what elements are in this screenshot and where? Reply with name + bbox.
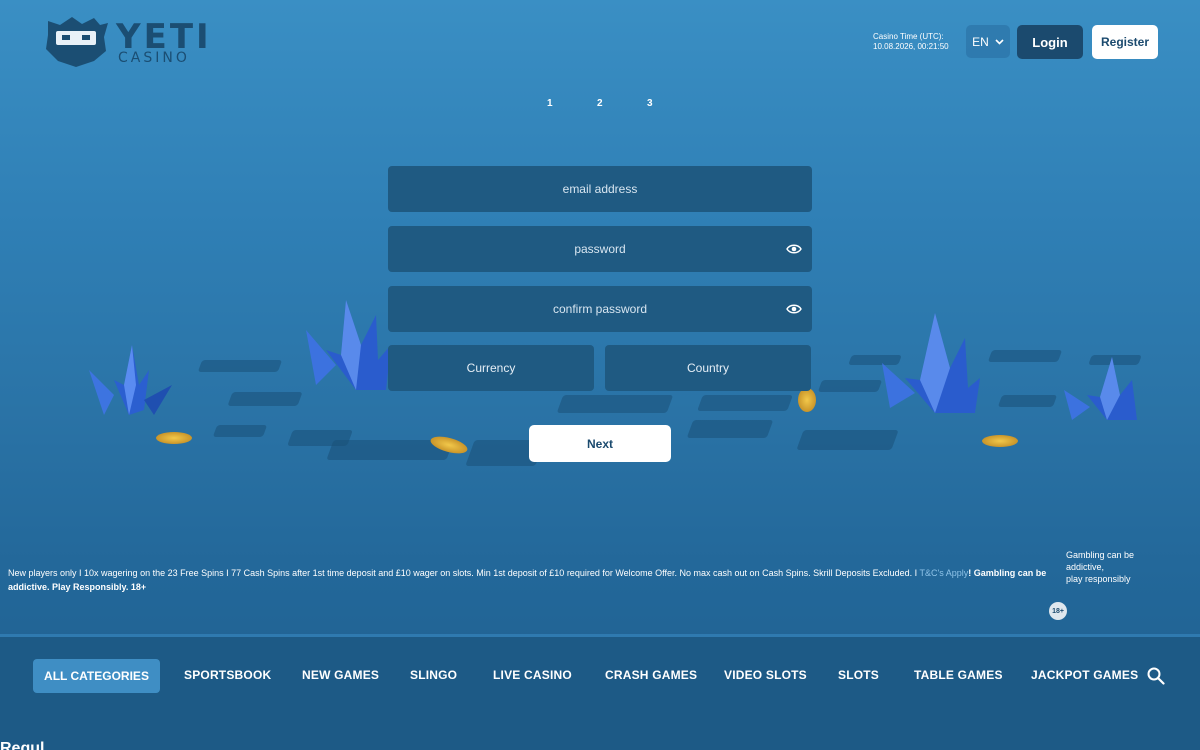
- confirm-password-placeholder: confirm password: [552, 302, 648, 316]
- category-jackpot-games[interactable]: JACKPOT GAMES: [1031, 668, 1138, 682]
- category-live-casino[interactable]: LIVE CASINO: [493, 668, 572, 682]
- register-button[interactable]: Register: [1092, 25, 1158, 59]
- disclaimer-text: New players only I 10x wagering on the 2…: [8, 568, 920, 578]
- eye-icon[interactable]: [786, 241, 802, 257]
- casino-time-label: Casino Time (UTC):: [873, 32, 944, 41]
- coin-decoration: [798, 388, 816, 412]
- chevron-down-icon: [995, 38, 1004, 45]
- password-field[interactable]: password: [388, 226, 812, 272]
- yeti-mascot-icon: [46, 17, 108, 67]
- step-2: 2: [597, 98, 603, 109]
- email-placeholder: email address: [562, 182, 638, 196]
- search-icon[interactable]: [1147, 667, 1165, 685]
- step-1: 1: [547, 98, 553, 109]
- password-placeholder: password: [574, 242, 626, 256]
- logo-subtitle: CASINO: [118, 50, 190, 66]
- crystal-decoration: [89, 345, 172, 415]
- section-heading: Regul: [0, 740, 45, 750]
- eye-icon[interactable]: [786, 301, 802, 317]
- casino-time: Casino Time (UTC): 10.08.2026, 00:21:50: [873, 32, 949, 52]
- confirm-password-field[interactable]: confirm password: [388, 286, 812, 332]
- category-sportsbook[interactable]: SPORTSBOOK: [184, 668, 271, 682]
- login-button[interactable]: Login: [1017, 25, 1083, 59]
- yeti-casino-logo[interactable]: YETI CASINO: [42, 15, 209, 69]
- category-slingo[interactable]: SLINGO: [410, 668, 457, 682]
- category-slots[interactable]: SLOTS: [838, 668, 879, 682]
- coin-decoration: [156, 432, 192, 444]
- casino-time-value: 10.08.2026, 00:21:50: [873, 42, 949, 51]
- country-select[interactable]: Country: [605, 345, 811, 391]
- country-label: Country: [686, 361, 730, 375]
- crystal-decoration: [882, 313, 980, 413]
- language-label: EN: [972, 34, 989, 49]
- terms-link[interactable]: T&C's Apply: [919, 568, 968, 578]
- responsible-line-3: play responsibly: [1066, 574, 1131, 584]
- step-3: 3: [647, 98, 653, 109]
- email-field[interactable]: email address: [388, 166, 812, 212]
- responsible-line-2: addictive,: [1066, 562, 1105, 572]
- language-selector[interactable]: EN: [966, 25, 1010, 58]
- category-crash-games[interactable]: CRASH GAMES: [605, 668, 697, 682]
- crystal-decoration: [1064, 357, 1137, 420]
- currency-select[interactable]: Currency: [388, 345, 594, 391]
- category-bar: [0, 637, 1200, 750]
- category-video-slots[interactable]: VIDEO SLOTS: [724, 668, 807, 682]
- next-button[interactable]: Next: [529, 425, 671, 462]
- responsible-line-1: Gambling can be: [1066, 550, 1135, 560]
- category-new-games[interactable]: NEW GAMES: [302, 668, 379, 682]
- age-restriction-badge: 18+: [1049, 602, 1067, 620]
- responsible-gambling-note: Gambling can be addictive, play responsi…: [1066, 549, 1166, 585]
- promo-disclaimer: New players only I 10x wagering on the 2…: [8, 566, 1058, 594]
- category-table-games[interactable]: TABLE GAMES: [914, 668, 1003, 682]
- category-all[interactable]: ALL CATEGORIES: [33, 659, 160, 693]
- coin-decoration: [982, 435, 1018, 447]
- currency-label: Currency: [466, 361, 516, 375]
